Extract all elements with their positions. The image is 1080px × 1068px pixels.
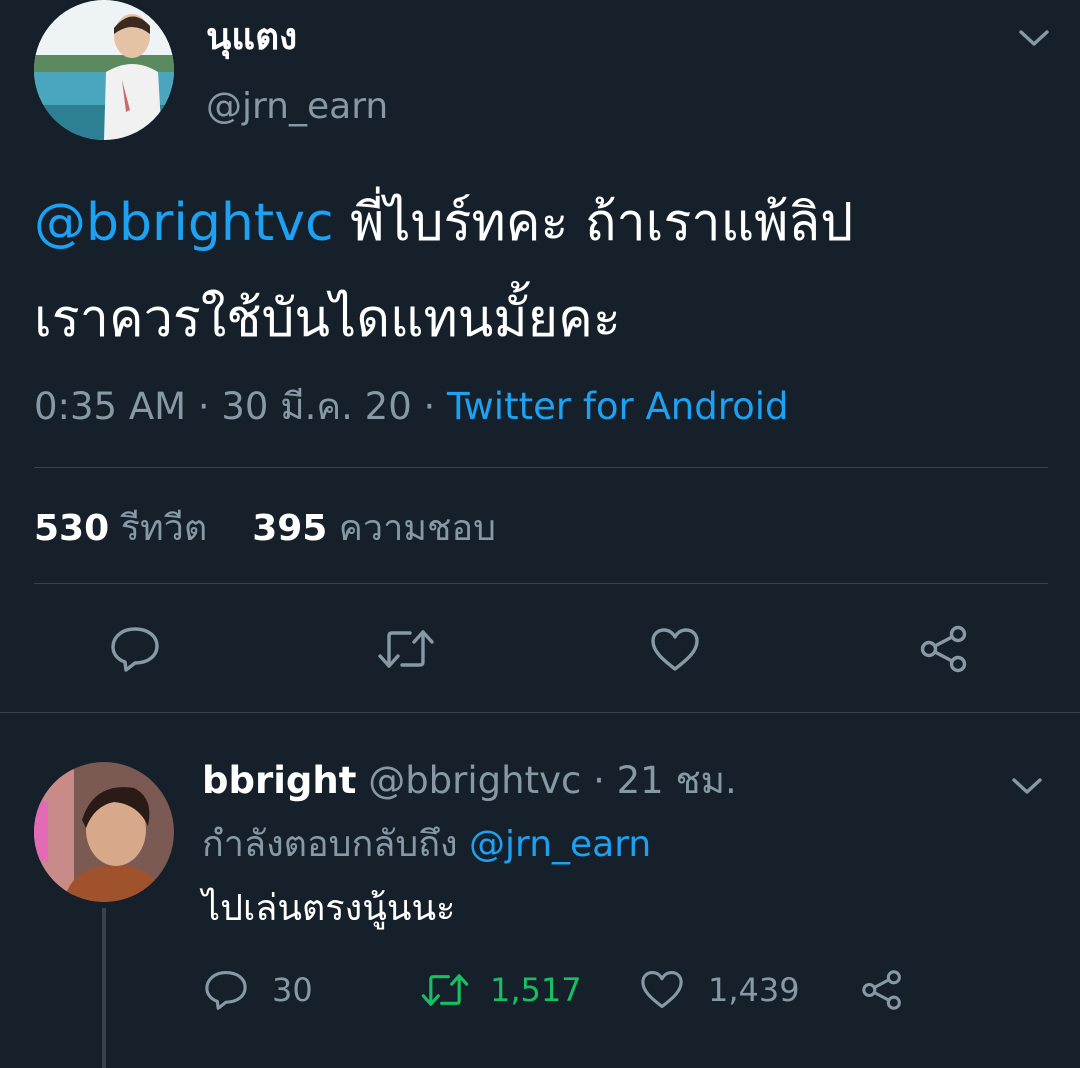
reply-icon[interactable]	[110, 626, 160, 672]
retweet-count: 530	[34, 508, 110, 549]
tweet-text-line-2: เราควรใช้บันไดแทนมั้ยคะ	[34, 289, 621, 349]
avatar-jrn-earn[interactable]	[34, 0, 174, 140]
reply-count: 30	[272, 971, 313, 1009]
thread-line	[102, 908, 106, 1068]
retweet-icon[interactable]	[420, 970, 470, 1010]
reply-text: ไปเล่นตรงนู้นนะ	[202, 888, 456, 929]
reply-author-name[interactable]: bbright	[202, 759, 356, 802]
meta-separator: ·	[423, 385, 436, 428]
tweet-date: 30 มี.ค. 20	[221, 385, 412, 428]
divider	[34, 467, 1048, 468]
retweet-label: รีทวีต	[120, 508, 208, 549]
tweet-meta: 0:35 AM · 30 มี.ค. 20 · Twitter for Andr…	[34, 382, 789, 432]
reply-icon[interactable]	[204, 970, 248, 1010]
tweet-stats: 530 รีทวีต 395 ความชอบ	[34, 504, 496, 554]
author-handle[interactable]: @jrn_earn	[206, 82, 388, 132]
replying-to-label: กำลังตอบกลับถึง	[202, 824, 458, 865]
heart-icon[interactable]	[640, 970, 684, 1010]
like-count: 1,439	[708, 971, 800, 1009]
tweet-text-part: พี่ไบร์ทคะ ถ้าเราแพ้ลิป	[333, 193, 854, 253]
tweet-source-link[interactable]: Twitter for Android	[447, 385, 788, 428]
share-icon[interactable]	[860, 968, 904, 1012]
meta-separator: ·	[197, 385, 210, 428]
mention-link[interactable]: @bbrightvc	[34, 193, 334, 253]
share-icon[interactable]	[918, 624, 970, 674]
like-stat[interactable]: 395 ความชอบ	[252, 508, 496, 549]
reply-header: bbright @bbrightvc · 21 ชม.	[202, 756, 737, 806]
meta-separator: ·	[593, 759, 605, 802]
retweet-icon[interactable]	[376, 626, 436, 672]
divider	[34, 583, 1048, 584]
retweet-stat[interactable]: 530 รีทวีต	[34, 508, 219, 549]
tweet-time: 0:35 AM	[34, 385, 187, 428]
author-name[interactable]: นุแตง	[206, 12, 297, 62]
tweet-text-line-1: @bbrightvc พี่ไบร์ทคะ ถ้าเราแพ้ลิป	[34, 188, 853, 258]
like-label: ความชอบ	[338, 508, 496, 549]
retweet-count: 1,517	[490, 971, 582, 1009]
chevron-down-icon[interactable]	[1017, 24, 1051, 52]
replying-to: กำลังตอบกลับถึง @jrn_earn	[202, 820, 651, 870]
replying-to-handle[interactable]: @jrn_earn	[469, 824, 651, 865]
like-count: 395	[252, 508, 328, 549]
avatar-bbrightvc[interactable]	[34, 762, 174, 902]
chevron-down-icon[interactable]	[1010, 772, 1044, 800]
reply-author-handle[interactable]: @bbrightvc	[368, 759, 581, 802]
section-divider	[0, 712, 1080, 713]
heart-icon[interactable]	[650, 627, 700, 673]
reply-time[interactable]: 21 ชม.	[617, 759, 737, 802]
